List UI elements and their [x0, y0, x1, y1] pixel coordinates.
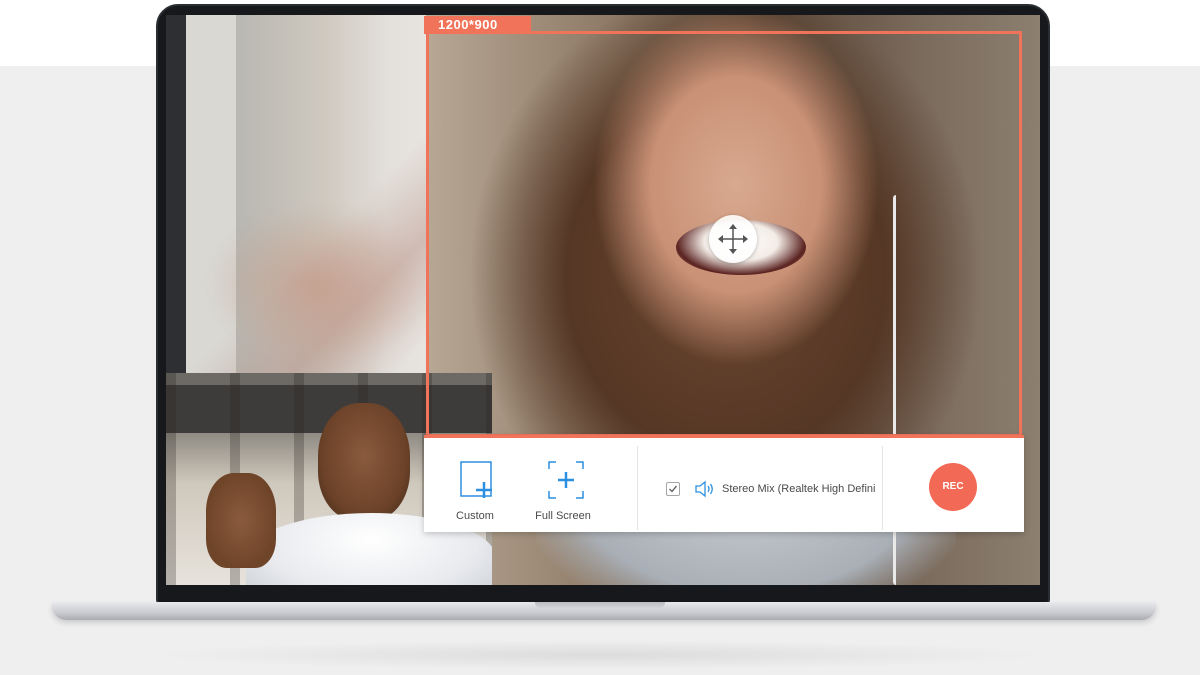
- audio-source-label: Stereo Mix (Realtek High Defini: [722, 483, 876, 495]
- toolbar-divider: [637, 446, 638, 530]
- custom-region-button[interactable]: Custom: [430, 460, 520, 524]
- record-button[interactable]: REC: [929, 463, 977, 511]
- pip-participant-head: [318, 403, 410, 521]
- full-screen-region-icon: [548, 461, 584, 499]
- recording-toolbar: Custom Full Screen Stereo Mix (Realtek H…: [424, 435, 1024, 532]
- pip-waving-hand: [206, 473, 276, 568]
- custom-region-icon: [460, 461, 492, 498]
- toolbar-divider: [882, 446, 883, 530]
- full-screen-label: Full Screen: [535, 510, 591, 522]
- audio-enable-checkbox[interactable]: [666, 482, 680, 496]
- laptop-opening-notch: [535, 602, 665, 609]
- move-arrows-icon: [718, 224, 748, 254]
- region-size-label: 1200*900: [424, 16, 531, 34]
- speaker-icon: [695, 480, 713, 498]
- custom-label: Custom: [456, 510, 494, 522]
- checkmark-icon: [669, 485, 678, 493]
- full-screen-button[interactable]: Full Screen: [518, 460, 608, 524]
- move-region-handle[interactable]: [709, 215, 757, 263]
- laptop-shadow: [150, 640, 1050, 670]
